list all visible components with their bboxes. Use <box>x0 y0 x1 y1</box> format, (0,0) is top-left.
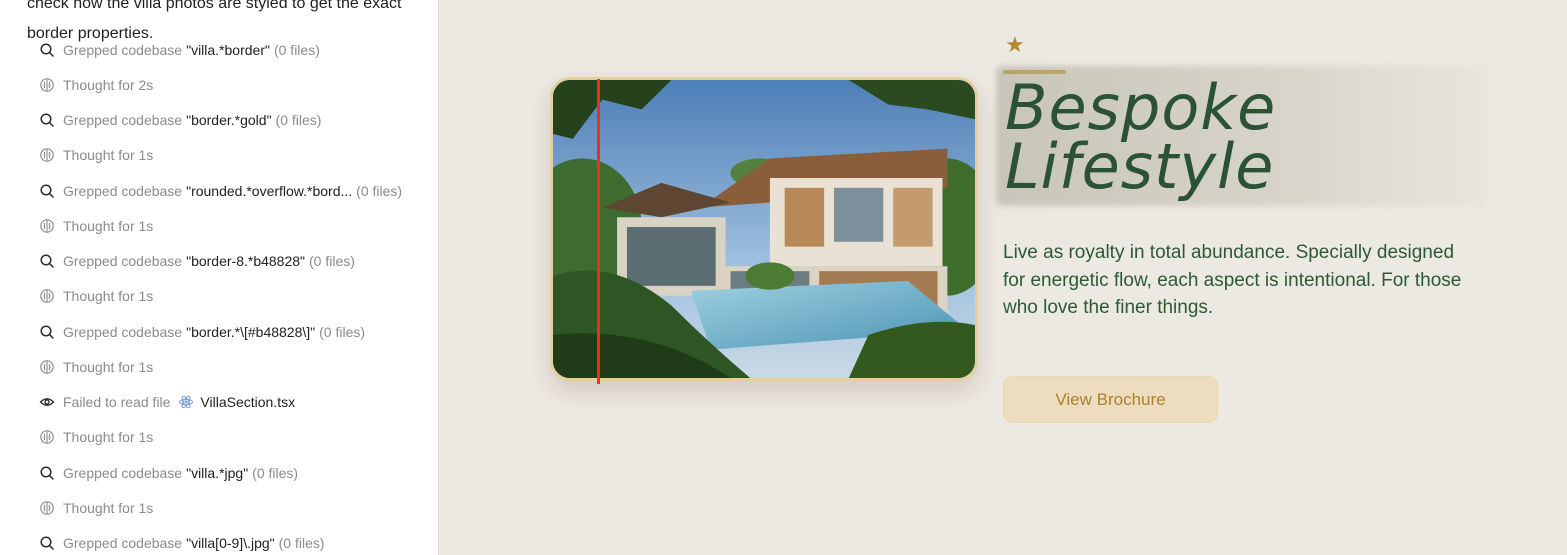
log-action: Grepped codebase <box>63 253 183 270</box>
log-file-name[interactable]: VillaSection.tsx <box>200 394 295 410</box>
villa-photo <box>550 77 978 381</box>
log-result-count: (0 files) <box>252 464 299 481</box>
search-icon <box>38 182 55 199</box>
log-row[interactable]: Thought for 1s <box>38 138 433 173</box>
agent-log-panel: check how the villa photos are styled to… <box>0 0 439 555</box>
log-row[interactable]: Thought for 1s <box>38 349 433 384</box>
brain-icon <box>38 288 55 305</box>
brain-icon <box>38 358 55 375</box>
log-row[interactable]: Grepped codebase "border.*\[#b48828\]" (0 … <box>38 314 433 349</box>
log-result-count: (0 files) <box>278 535 325 552</box>
log-action: Thought for 1s <box>63 429 154 446</box>
brain-icon <box>38 217 55 234</box>
search-icon <box>38 41 55 58</box>
log-row[interactable]: Failed to read file VillaSection.tsx <box>38 385 433 420</box>
log-action: Thought for 1s <box>63 499 154 516</box>
log-action: Failed to read file <box>63 394 171 411</box>
log-row[interactable]: Grepped codebase "villa.*jpg" (0 files) <box>38 455 433 490</box>
log-action: Thought for 1s <box>63 217 154 234</box>
log-action: Thought for 1s <box>63 147 154 164</box>
brain-icon <box>38 429 55 446</box>
villa-illustration <box>553 80 975 378</box>
heading-line-1: Bespoke <box>1005 71 1277 144</box>
log-result-count: (0 files) <box>309 253 355 270</box>
log-intro-line-1: check how the villa photos are styled to… <box>27 0 402 12</box>
log-row[interactable]: Thought for 1s <box>38 420 433 455</box>
log-action: Grepped codebase <box>63 464 183 481</box>
brain-icon <box>38 147 55 164</box>
star-icon: ★ <box>1005 32 1025 57</box>
view-brochure-button[interactable]: View Brochure <box>1003 376 1218 423</box>
search-icon <box>38 253 55 270</box>
log-action: Thought for 2s <box>63 76 154 93</box>
search-icon <box>38 535 55 552</box>
log-action: Grepped codebase <box>63 323 183 340</box>
log-row[interactable]: Grepped codebase "villa.*border" (0 files) <box>38 32 433 67</box>
log-query: "villa[0-9]\.jpg" <box>186 535 275 552</box>
log-action: Grepped codebase <box>63 41 183 58</box>
log-query: "border-8.*b48828" <box>186 253 306 270</box>
section-heading: Bespoke Lifestyle <box>1005 71 1277 203</box>
log-action: Thought for 1s <box>63 288 154 305</box>
log-action: Grepped codebase <box>63 182 183 199</box>
log-action: Grepped codebase <box>63 535 183 552</box>
log-row[interactable]: Grepped codebase "border.*gold" (0 files) <box>38 103 433 138</box>
log-row[interactable]: Grepped codebase "rounded.*overflow.*bord… <box>38 173 433 208</box>
log-action: Grepped codebase <box>63 112 183 129</box>
log-query: "villa.*border" <box>186 41 270 58</box>
log-action: Thought for 1s <box>63 358 154 375</box>
log-row[interactable]: Thought for 1s <box>38 208 433 243</box>
log-row[interactable]: Thought for 2s <box>38 67 433 102</box>
log-query: "border.*\[#b48828\]" <box>186 323 316 340</box>
log-result-count: (0 files) <box>273 41 320 58</box>
log-row[interactable]: Grepped codebase "villa[0-9]\.jpg" (0 file… <box>38 526 433 555</box>
log-query: "border.*gold" <box>186 112 272 129</box>
heading-line-2: Lifestyle <box>1005 130 1275 203</box>
log-row[interactable]: Thought for 1s <box>38 279 433 314</box>
log-result-count: (0 files) <box>275 112 322 129</box>
log-query: "villa.*jpg" <box>186 464 249 481</box>
log-list: Grepped codebase "villa.*border" (0 files)… <box>38 32 433 555</box>
brain-icon <box>38 499 55 516</box>
log-result-count: (0 files) <box>356 182 403 199</box>
search-icon <box>38 464 55 481</box>
log-row[interactable]: Thought for 1s <box>38 490 433 525</box>
search-icon <box>38 112 55 129</box>
search-icon <box>38 323 55 340</box>
react-file-icon <box>178 394 194 410</box>
eye-icon <box>38 394 55 411</box>
log-result-count: (0 files) <box>319 323 366 340</box>
brain-icon <box>38 76 55 93</box>
log-query: "rounded.*overflow.*bord... <box>186 182 353 199</box>
log-row[interactable]: Grepped codebase "border-8.*b48828" (0 fil… <box>38 244 433 279</box>
section-description: Live as royalty in total abundance. Spec… <box>1003 242 1462 318</box>
guide-line <box>597 79 600 384</box>
